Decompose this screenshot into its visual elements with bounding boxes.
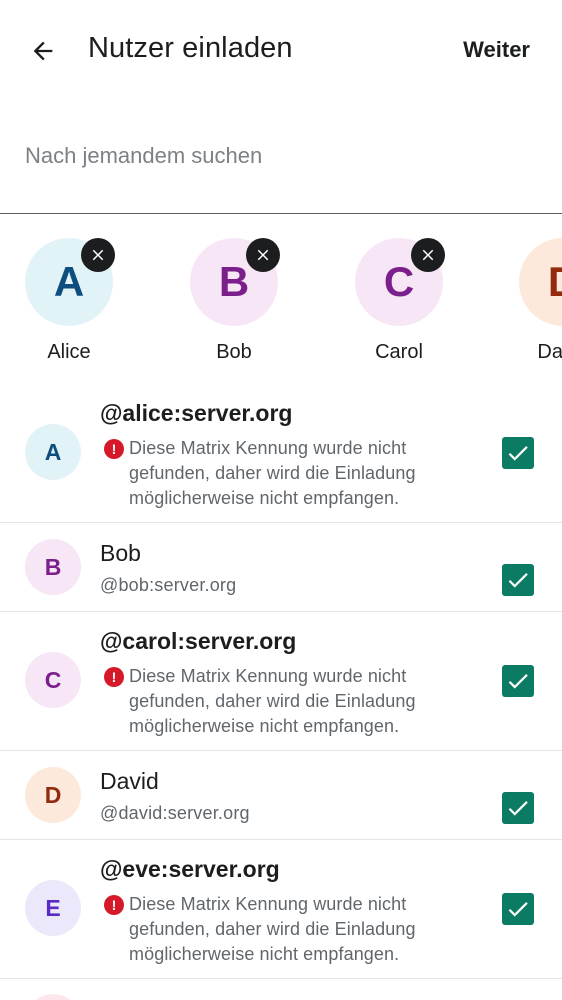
user-id: @david:server.org (100, 803, 250, 823)
user-name: Bob (100, 540, 141, 566)
user-list-item[interactable]: D David @david:server.org (0, 751, 562, 840)
user-name: @carol:server.org (100, 628, 297, 654)
next-button[interactable]: Weiter (463, 37, 530, 63)
select-checkbox[interactable] (502, 792, 534, 824)
close-icon (257, 249, 269, 261)
user-list: A @alice:server.org! Diese Matrix Kennung … (0, 384, 562, 979)
avatar-initial: D (44, 781, 62, 808)
avatar: C (25, 652, 81, 708)
page-title: Nutzer einladen (88, 32, 293, 64)
avatar (25, 994, 81, 1000)
user-list-item[interactable]: A @alice:server.org! Diese Matrix Kennung … (0, 384, 562, 523)
user-list-item[interactable]: B Bob @bob:server.org (0, 523, 562, 612)
arrow-left-icon (33, 41, 53, 61)
avatar-initial: E (45, 894, 61, 921)
not-found-warning: ! Diese Matrix Kennung wurde nicht gefund… (104, 892, 464, 967)
selected-users-row: A Alice B Bob C Carol D David (0, 228, 562, 368)
avatar: B (25, 539, 81, 595)
checkmark-icon (508, 801, 528, 816)
select-checkbox[interactable] (502, 893, 534, 925)
user-name: David (100, 768, 159, 794)
user-list-item[interactable]: C @carol:server.org! Diese Matrix Kennung … (0, 612, 562, 751)
avatar-initial: C (383, 258, 415, 305)
avatar: A (25, 424, 81, 480)
warning-text: Diese Matrix Kennung wurde nicht gefunde… (129, 666, 416, 736)
selected-user-name: Bob (216, 341, 252, 363)
not-found-warning: ! Diese Matrix Kennung wurde nicht gefund… (104, 664, 464, 739)
select-checkbox[interactable] (502, 564, 534, 596)
top-app-bar: Nutzer einladen Weiter (0, 0, 562, 100)
avatar-initial: B (44, 553, 62, 580)
error-icon: ! (104, 667, 124, 687)
user-id: @bob:server.org (100, 575, 237, 595)
avatar: D (519, 238, 562, 326)
user-name: @alice:server.org (100, 400, 293, 426)
selected-user-name: Carol (375, 341, 423, 363)
avatar-initial: A (44, 438, 62, 465)
checkmark-icon (508, 674, 528, 689)
selected-user-name: Alice (47, 341, 91, 363)
checkmark-icon (508, 446, 528, 461)
user-name: @eve:server.org (100, 856, 280, 882)
avatar: D (25, 767, 81, 823)
selected-user-name: David (537, 341, 562, 363)
avatar-initial: A (53, 258, 85, 305)
close-icon (92, 249, 104, 261)
selected-user-chip: B Bob (168, 238, 298, 363)
avatar-initial: D (548, 258, 562, 306)
warning-text: Diese Matrix Kennung wurde nicht gefunde… (129, 894, 416, 964)
error-icon: ! (104, 895, 124, 915)
checkmark-icon (508, 902, 528, 917)
remove-user-button[interactable] (81, 238, 115, 272)
not-found-warning: ! Diese Matrix Kennung wurde nicht gefund… (104, 436, 464, 511)
avatar-initial: B (218, 258, 250, 305)
warning-text: Diese Matrix Kennung wurde nicht gefunde… (129, 438, 416, 508)
user-list-item[interactable]: E @eve:server.org! Diese Matrix Kennung wu… (0, 840, 562, 979)
avatar: E (25, 880, 81, 936)
select-checkbox[interactable] (502, 665, 534, 697)
remove-user-button[interactable] (246, 238, 280, 272)
avatar-initial: C (44, 666, 62, 693)
checkmark-icon (508, 573, 528, 588)
selected-user-chip: A Alice (3, 238, 133, 363)
close-icon (422, 249, 434, 261)
back-button[interactable] (24, 32, 62, 70)
search-input[interactable] (25, 138, 525, 174)
selected-user-chip: C Carol (333, 238, 463, 363)
selected-user-chip: D David (497, 238, 562, 363)
remove-user-button[interactable] (411, 238, 445, 272)
error-icon: ! (104, 439, 124, 459)
search-field[interactable] (0, 118, 562, 214)
select-checkbox[interactable] (502, 437, 534, 469)
